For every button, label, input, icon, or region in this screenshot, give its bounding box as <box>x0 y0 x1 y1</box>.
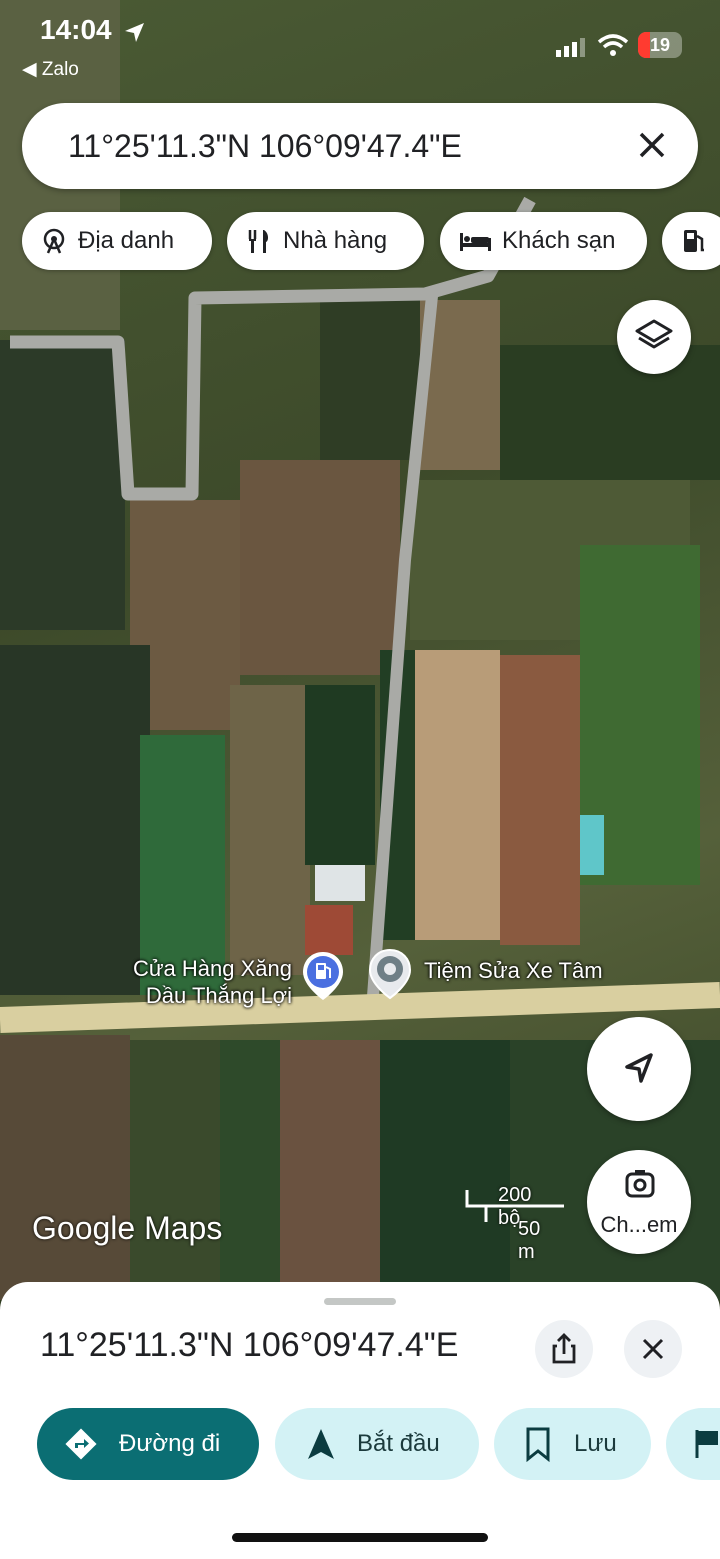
close-icon <box>642 1338 664 1360</box>
chip-gas-station[interactable] <box>662 212 720 270</box>
location-pin-icon[interactable] <box>368 948 412 1000</box>
cellular-signal-icon <box>556 38 585 57</box>
share-icon <box>552 1333 576 1364</box>
gas-station-label[interactable]: Cửa Hàng Xăng Dầu Thắng Lợi <box>108 955 292 1009</box>
google-maps-watermark: Google Maps <box>32 1210 223 1246</box>
camera-search-button[interactable]: Ch...em <box>587 1150 691 1254</box>
battery-level-fill <box>638 32 650 58</box>
wifi-icon <box>597 34 629 56</box>
flag-button[interactable] <box>666 1408 720 1480</box>
battery-percent: 19 <box>649 35 671 55</box>
fork-knife-icon <box>248 230 269 253</box>
search-bar[interactable]: 11°25'11.3"N 106°09'47.4"E <box>22 103 698 189</box>
place-sheet[interactable]: 11°25'11.3"N 106°09'47.4"E Đường đi Bắt … <box>0 1282 720 1559</box>
save-button[interactable]: Lưu <box>494 1408 651 1480</box>
gas-pin-icon[interactable] <box>300 950 346 1002</box>
my-location-button[interactable] <box>587 1017 691 1121</box>
chip-khach-san[interactable]: Khách sạn <box>440 212 647 270</box>
navigation-arrow-icon <box>308 1429 334 1459</box>
chip-label: Nhà hàng <box>283 227 388 254</box>
battery-indicator: 19 <box>638 32 682 58</box>
save-label: Lưu <box>574 1430 617 1457</box>
directions-icon <box>65 1428 97 1460</box>
home-indicator[interactable] <box>232 1533 488 1542</box>
back-triangle-icon: ◀ <box>22 59 37 80</box>
bed-icon <box>460 233 491 251</box>
start-label: Bắt đầu <box>357 1430 440 1457</box>
back-to-app[interactable]: ◀ Zalo <box>22 58 79 81</box>
chip-label: Khách sạn <box>502 227 616 254</box>
ferris-wheel-icon <box>43 228 65 254</box>
bookmark-icon <box>526 1427 550 1462</box>
map-view[interactable]: Cửa Hàng Xăng Dầu Thắng Lợi Tiệm Sửa Xe … <box>0 0 720 1300</box>
start-button[interactable]: Bắt đầu <box>275 1408 479 1480</box>
sheet-drag-handle[interactable] <box>324 1298 396 1305</box>
gas-station-name-line2: Dầu Thắng Lợi <box>145 983 292 1008</box>
camera-icon <box>625 1170 655 1198</box>
location-arrow-icon <box>125 23 144 42</box>
camera-button-label: Ch...em <box>600 1212 678 1237</box>
chip-nha-hang[interactable]: Nhà hàng <box>227 212 424 270</box>
search-query[interactable]: 11°25'11.3"N 106°09'47.4"E <box>68 128 462 165</box>
repair-shop-label[interactable]: Tiệm Sửa Xe Tâm <box>424 958 603 984</box>
close-sheet-button[interactable] <box>624 1320 682 1378</box>
scale-metric: 50 m <box>518 1218 541 1263</box>
layers-icon <box>635 319 673 349</box>
navigation-arrow-icon <box>625 1053 653 1083</box>
gas-station-icon <box>684 230 704 252</box>
place-title: 11°25'11.3"N 106°09'47.4"E <box>40 1326 459 1364</box>
back-app-label: Zalo <box>41 59 79 80</box>
chip-dia-danh[interactable]: Địa danh <box>22 212 212 270</box>
category-chips: Địa danh Nhà hàng Khách sạn <box>22 212 720 272</box>
directions-button[interactable]: Đường đi <box>37 1408 259 1480</box>
directions-label: Đường đi <box>119 1430 221 1457</box>
clear-search-icon[interactable] <box>634 127 670 163</box>
layers-button[interactable] <box>617 300 691 374</box>
share-button[interactable] <box>535 1320 593 1378</box>
status-time: 14:04 <box>40 14 112 45</box>
chip-label: Địa danh <box>78 227 175 254</box>
flag-icon <box>695 1430 718 1458</box>
gas-station-name-line1: Cửa Hàng Xăng <box>132 956 292 981</box>
status-bar: 14:04 ◀ Zalo 19 <box>0 0 720 90</box>
